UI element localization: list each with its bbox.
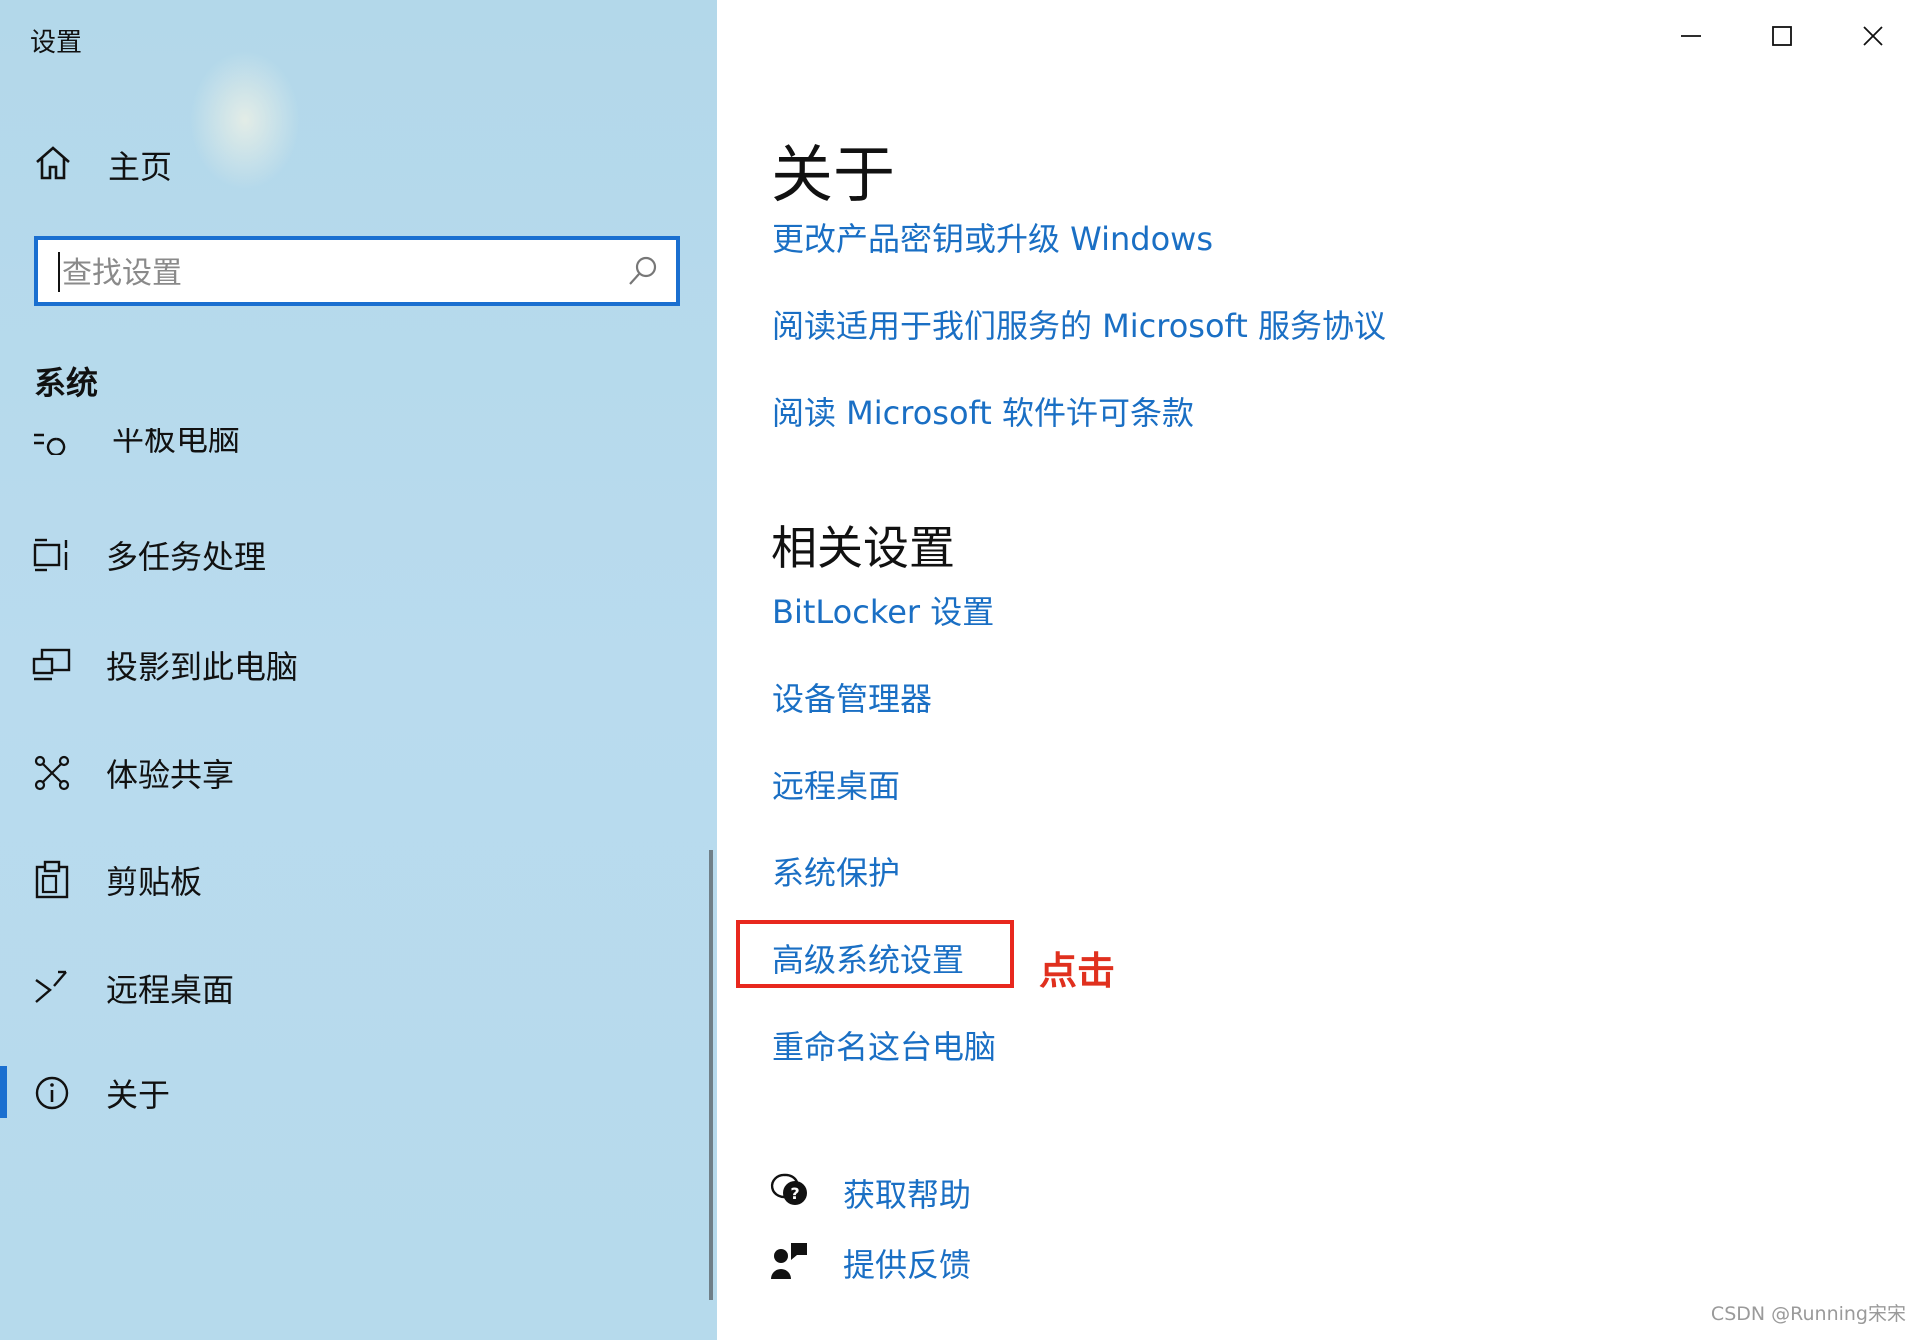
sidebar-item-multitasking[interactable]: 多任务处理 xyxy=(32,530,266,580)
rename-pc-link[interactable]: 重命名这台电脑 xyxy=(772,1022,996,1068)
close-button[interactable] xyxy=(1853,18,1893,58)
feedback-row[interactable]: 提供反馈 xyxy=(769,1240,971,1286)
sidebar-item-label: 多任务处理 xyxy=(106,538,267,576)
svg-text:?: ? xyxy=(790,1184,799,1203)
service-agreement-link[interactable]: 阅读适用于我们服务的 Microsoft 服务协议 xyxy=(772,301,1386,347)
get-help-link[interactable]: 获取帮助 xyxy=(843,1170,971,1216)
annotation-label: 点击 xyxy=(1039,949,1116,993)
home-icon xyxy=(34,145,72,185)
advanced-system-settings-link[interactable]: 高级系统设置 xyxy=(772,935,964,981)
search-input[interactable] xyxy=(60,250,624,296)
system-protection-link[interactable]: 系统保护 xyxy=(772,848,900,894)
search-icon[interactable] xyxy=(626,254,660,292)
maximize-icon xyxy=(1771,25,1793,51)
section-title: 系统 xyxy=(34,364,99,402)
change-product-key-link[interactable]: 更改产品密钥或升级 Windows xyxy=(772,214,1213,260)
device-manager-link[interactable]: 设备管理器 xyxy=(772,674,932,720)
sidebar: 设置 主页 系统 平板电脑 多任务处理 投影到此电脑 xyxy=(0,0,717,1340)
sidebar-item-share[interactable]: 体验共享 xyxy=(32,748,234,798)
sidebar-item-label: 平板电脑 xyxy=(112,428,241,458)
minimize-button[interactable] xyxy=(1671,18,1711,58)
sidebar-item-label: 剪贴板 xyxy=(106,863,203,901)
app-title: 设置 xyxy=(30,28,83,58)
sidebar-item-about[interactable]: 关于 xyxy=(32,1068,170,1118)
watermark: CSDN @Running宋宋 xyxy=(1710,1303,1906,1325)
info-icon xyxy=(32,1073,72,1113)
maximize-button[interactable] xyxy=(1762,18,1802,58)
related-settings-heading: 相关设置 xyxy=(771,521,955,575)
main-content: 关于 更改产品密钥或升级 Windows 阅读适用于我们服务的 Microsof… xyxy=(717,0,1920,1340)
share-icon xyxy=(32,753,72,793)
sidebar-item-label: 关于 xyxy=(106,1076,171,1114)
sidebar-item-label: 投影到此电脑 xyxy=(106,648,299,686)
bitlocker-settings-link[interactable]: BitLocker 设置 xyxy=(772,587,994,633)
background-glow xyxy=(190,50,300,190)
sidebar-item-home[interactable]: 主页 xyxy=(34,142,172,188)
selection-indicator xyxy=(0,1066,7,1118)
license-terms-link[interactable]: 阅读 Microsoft 软件许可条款 xyxy=(772,388,1194,434)
sidebar-item-label: 远程桌面 xyxy=(106,971,235,1009)
search-box[interactable] xyxy=(34,236,680,306)
remote-desktop-link[interactable]: 远程桌面 xyxy=(772,761,900,807)
feedback-link[interactable]: 提供反馈 xyxy=(843,1240,971,1286)
sidebar-item-clipboard[interactable]: 剪贴板 xyxy=(32,855,202,905)
sidebar-item-project[interactable]: 投影到此电脑 xyxy=(32,640,298,690)
project-icon xyxy=(32,645,72,685)
sidebar-scrollbar[interactable] xyxy=(709,850,713,1300)
close-icon xyxy=(1862,25,1884,51)
sidebar-item-tablet[interactable]: 平板电脑 xyxy=(30,428,430,468)
clipboard-icon xyxy=(32,860,72,900)
minimize-icon xyxy=(1680,25,1702,51)
multitasking-icon xyxy=(32,535,72,575)
sidebar-item-remote-desktop[interactable]: 远程桌面 xyxy=(32,963,234,1013)
help-chat-icon: ? xyxy=(769,1171,811,1215)
remote-desktop-icon xyxy=(32,968,72,1008)
tablet-icon xyxy=(30,428,70,459)
sidebar-item-label: 主页 xyxy=(108,148,173,186)
get-help-row[interactable]: ? 获取帮助 xyxy=(769,1170,971,1216)
sidebar-item-label: 体验共享 xyxy=(106,756,235,794)
page-title: 关于 xyxy=(771,138,896,211)
feedback-icon xyxy=(769,1241,811,1285)
